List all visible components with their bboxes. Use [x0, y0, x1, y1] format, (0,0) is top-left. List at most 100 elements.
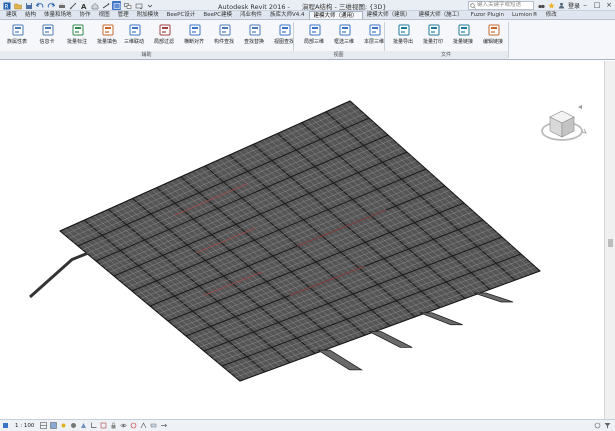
tab-7[interactable]: BeePC设计 — [163, 11, 200, 19]
tab-4[interactable]: 视图 — [95, 11, 114, 19]
measure-button[interactable] — [68, 1, 77, 10]
highlight-displacement-icon[interactable] — [150, 422, 157, 429]
batch-mark-button[interactable]: 批量标注 — [64, 22, 92, 50]
svg-text:R: R — [4, 3, 8, 10]
vertical-scrollbar[interactable] — [604, 61, 615, 419]
tab-1[interactable]: 结构 — [21, 11, 40, 19]
find-replace-button[interactable]: 查找替换 — [241, 22, 269, 50]
tab-0[interactable]: 建筑 — [2, 11, 21, 19]
constraints-icon[interactable] — [160, 422, 168, 429]
batch-print-label: 批量打印 — [422, 39, 443, 45]
corridor-extension[interactable] — [419, 312, 463, 326]
open-button[interactable] — [13, 1, 22, 10]
tab-5[interactable]: 管理 — [114, 11, 133, 19]
edit-link-button[interactable]: 编辑链接 — [480, 22, 508, 50]
filter-icon[interactable] — [604, 422, 611, 429]
viewcube[interactable] — [538, 101, 588, 151]
print-button[interactable] — [57, 1, 66, 10]
search-input[interactable]: 键入关键字或短语 — [468, 1, 534, 10]
qat-dropdown-button[interactable] — [145, 1, 154, 10]
ribbon-tabs: 建筑 结构 体量和场地 协作 视图 管理 附加模块 BeePC设计 BeePC建模 鸿业构件 族库大… — [0, 11, 615, 20]
crop-view-icon[interactable] — [90, 422, 97, 429]
corridor-extension[interactable] — [316, 349, 364, 371]
panel-separator — [508, 22, 509, 58]
props-button[interactable]: 族属性表 — [4, 22, 32, 50]
user-icon[interactable] — [558, 2, 565, 9]
scrollbar-thumb[interactable] — [608, 239, 613, 247]
thin-lines-icon — [113, 2, 120, 9]
batch-color-button[interactable]: 批量填色 — [94, 22, 122, 50]
tab-13[interactable]: 建模大师（施工） — [415, 11, 467, 19]
undo-button[interactable] — [35, 1, 44, 10]
view-find-icon — [279, 24, 291, 36]
undo-icon — [35, 1, 43, 8]
3d-model-view[interactable] — [0, 61, 604, 419]
tab-3[interactable]: 协作 — [76, 11, 95, 19]
tab-14[interactable]: Fuzor Plugin — [467, 11, 508, 19]
left-corridor[interactable] — [29, 252, 88, 299]
analytical-model-icon[interactable] — [140, 422, 147, 429]
close-hidden-button[interactable] — [123, 1, 132, 10]
batch-link-button[interactable]: 批量链接 — [450, 22, 478, 50]
save-icon — [25, 2, 32, 9]
3d-view-button[interactable] — [90, 1, 99, 10]
tab-2[interactable]: 体量和场地 — [40, 11, 76, 19]
elem-search-button[interactable]: 构件查找 — [211, 22, 239, 50]
house-3d-icon — [91, 2, 98, 9]
tab-15[interactable]: Lumion® — [508, 11, 542, 19]
section-button[interactable] — [101, 1, 110, 10]
select-3d-button[interactable]: 框选三维 — [331, 22, 359, 50]
render-icon[interactable] — [80, 422, 87, 429]
thin-lines-button[interactable] — [112, 1, 121, 10]
batch-color-icon — [102, 24, 114, 36]
tab-10[interactable]: 族库大师V4.4 — [266, 11, 309, 19]
shadows-icon[interactable] — [70, 422, 77, 429]
show-crop-icon[interactable] — [100, 422, 107, 429]
temporary-hide-icon[interactable] — [120, 422, 128, 429]
tab-6[interactable]: 附加模块 — [133, 11, 163, 19]
tab-12[interactable]: 建模大师（建筑） — [363, 11, 415, 19]
viewcube-home-icon[interactable] — [578, 105, 582, 109]
drawing-area[interactable] — [0, 61, 604, 419]
app-menu-button[interactable]: R — [2, 1, 11, 10]
sign-in-label[interactable]: 登录 — [568, 1, 580, 10]
3d-link-button[interactable]: 三维联动 — [121, 22, 149, 50]
save-button[interactable] — [24, 1, 33, 10]
card-button[interactable]: 信息卡 — [34, 22, 62, 50]
local-3d-button[interactable]: 局部三维 — [301, 22, 329, 50]
worksets-icon[interactable] — [594, 422, 601, 429]
filter-button[interactable]: 局部过滤 — [151, 22, 179, 50]
tab-8[interactable]: BeePC建模 — [199, 11, 236, 19]
detail-level-icon[interactable] — [40, 422, 48, 429]
corridor-extension[interactable] — [473, 292, 514, 303]
star-icon[interactable] — [548, 2, 555, 9]
title-right-tools: 登录 — [538, 1, 580, 10]
close-button[interactable]: × — [605, 1, 613, 9]
info-icon[interactable] — [2, 422, 9, 429]
visual-style-icon[interactable] — [50, 422, 58, 429]
redo-button[interactable] — [46, 1, 55, 10]
batch-export-button[interactable]: 批量导出 — [390, 22, 418, 50]
reveal-hidden-icon[interactable] — [130, 422, 137, 429]
lock-3d-view-icon[interactable] — [110, 422, 117, 429]
search-placeholder: 键入关键字或短语 — [477, 2, 522, 8]
slab-outline[interactable] — [59, 100, 541, 382]
align-button[interactable]: 横断对齐 — [181, 22, 209, 50]
view-find-button[interactable]: 视图查找 — [271, 22, 299, 50]
maximize-button[interactable]: □ — [593, 1, 601, 9]
window-controls: – □ × — [581, 1, 613, 9]
binoculars-icon[interactable] — [538, 2, 545, 9]
minimize-button[interactable]: – — [581, 1, 589, 9]
text-A-icon: A — [81, 3, 87, 10]
text-button[interactable]: A — [79, 1, 88, 10]
sun-path-icon[interactable] — [60, 422, 67, 429]
batch-print-button[interactable]: 批量打印 — [420, 22, 448, 50]
tab-9[interactable]: 鸿业构件 — [236, 11, 266, 19]
search-icon — [470, 3, 476, 9]
tab-11[interactable]: 建模大师（通用） — [308, 11, 363, 19]
structure-wireframe[interactable] — [29, 100, 541, 382]
switch-windows-button[interactable] — [134, 1, 143, 10]
view-scale[interactable]: 1 : 100 — [15, 423, 34, 429]
tab-16[interactable]: 修改 — [542, 11, 561, 19]
corridor-extension[interactable] — [368, 331, 413, 348]
